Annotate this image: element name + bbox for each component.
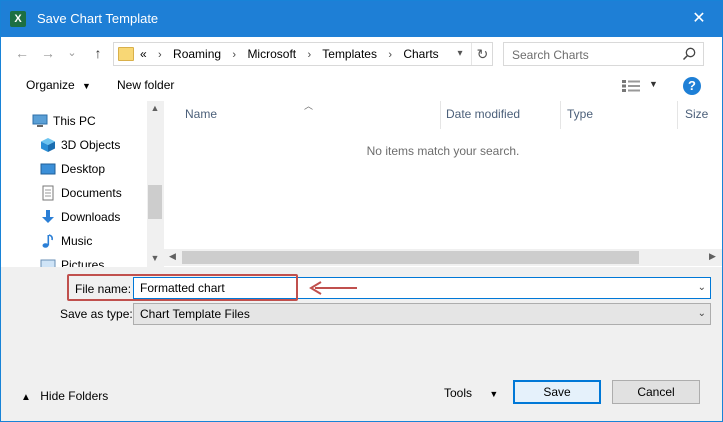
view-options-icon[interactable] (621, 79, 641, 93)
column-header-size[interactable]: Size (685, 107, 708, 121)
chevron-right-icon: › (307, 49, 312, 61)
sidebar-item-documents[interactable]: Documents (1, 182, 147, 204)
sidebar-item-label: Desktop (61, 162, 106, 176)
organize-button[interactable]: Organize ▼ (26, 78, 91, 92)
chevron-down-icon: ▼ (489, 389, 499, 399)
sidebar-item-this-pc[interactable]: This PC (1, 110, 147, 132)
scrollbar-thumb[interactable] (148, 185, 162, 219)
column-header-name[interactable]: Name (185, 107, 217, 121)
sidebar-item-desktop[interactable]: Desktop (1, 158, 147, 180)
view-dropdown-icon[interactable]: ▼ (649, 79, 658, 89)
breadcrumb-overflow[interactable]: « (140, 47, 147, 61)
column-header-type[interactable]: Type (567, 107, 593, 121)
refresh-button[interactable]: ↻ (471, 43, 493, 65)
sidebar-item-label: This PC (53, 114, 96, 128)
address-bar[interactable]: « › Roaming › Microsoft › Templates › Ch… (113, 42, 493, 66)
sidebar-item-label: 3D Objects (61, 138, 121, 152)
column-header-date-modified[interactable]: Date modified (446, 107, 520, 121)
address-row: ← → ⌄ ↑ « › Roaming › Microsoft › Templa… (1, 37, 722, 71)
recent-locations-button[interactable]: ⌄ (63, 44, 81, 62)
sort-ascending-icon: ︿ (304, 101, 314, 111)
search-icon[interactable] (681, 46, 697, 62)
column-divider[interactable] (677, 101, 678, 129)
file-list-pane: ︿ Name Date modified Type Size No items … (164, 101, 722, 267)
close-button[interactable]: ✕ (676, 1, 722, 37)
chevron-right-icon: › (158, 49, 162, 61)
command-bar: Organize ▼ New folder ▼ ? (1, 71, 722, 101)
chevron-down-icon[interactable]: ⌄ (698, 282, 706, 293)
save-dialog: X Save Chart Template ✕ ← → ⌄ ↑ « › Roam… (0, 0, 723, 422)
folder-icon (118, 47, 134, 61)
excel-icon: X (10, 11, 26, 27)
search-placeholder: Search Charts (512, 48, 589, 62)
save-as-type-label: Save as type: (60, 307, 133, 321)
navigation-scrollbar[interactable]: ▲ ▼ (147, 101, 163, 267)
breadcrumb-roaming[interactable]: Roaming (173, 47, 221, 61)
sidebar-item-3d-objects[interactable]: 3D Objects (1, 134, 147, 156)
save-button[interactable]: Save (513, 380, 601, 404)
chevron-right-icon: › (388, 49, 392, 61)
documents-icon (42, 185, 54, 201)
breadcrumb-charts[interactable]: Charts (403, 47, 438, 61)
save-as-type-select[interactable]: Chart Template Files ⌄ (133, 303, 711, 325)
breadcrumb-templates[interactable]: Templates (322, 47, 377, 61)
tools-label: Tools (444, 386, 473, 400)
chevron-right-icon: › (232, 49, 237, 61)
organize-label: Organize (26, 78, 75, 92)
sidebar-item-pictures[interactable]: Pictures (1, 254, 147, 267)
sidebar-item-music[interactable]: Music (1, 230, 147, 252)
scroll-left-icon[interactable]: ◀ (169, 251, 176, 262)
annotation-highlight-box (67, 274, 298, 301)
sidebar-item-label: Music (61, 234, 93, 248)
up-button[interactable]: ↑ (89, 44, 107, 62)
hide-folders-label: Hide Folders (40, 389, 109, 403)
column-divider[interactable] (440, 101, 441, 129)
scroll-right-icon[interactable]: ▶ (709, 251, 716, 262)
scroll-up-icon[interactable]: ▲ (147, 103, 163, 113)
dialog-title: Save Chart Template (37, 11, 159, 26)
chevron-up-icon: ▲ (21, 392, 31, 403)
computer-icon (32, 114, 48, 127)
title-bar: X Save Chart Template ✕ (1, 1, 722, 37)
download-icon (42, 210, 54, 223)
desktop-icon (40, 163, 56, 175)
annotation-arrow-icon (309, 281, 357, 295)
pictures-icon (40, 259, 56, 267)
search-input[interactable]: Search Charts (503, 42, 704, 66)
breadcrumb-microsoft[interactable]: Microsoft (247, 47, 296, 61)
scroll-down-icon[interactable]: ▼ (147, 253, 163, 263)
breadcrumb: « › Roaming › Microsoft › Templates › Ch… (140, 47, 439, 61)
chevron-down-icon: ▼ (82, 81, 91, 91)
navigation-pane: This PC 3D Objects Desktop Documents Dow… (1, 101, 163, 267)
chevron-down-icon[interactable]: ⌄ (698, 308, 706, 319)
back-button[interactable]: ← (13, 44, 31, 62)
music-icon (42, 234, 53, 248)
sidebar-item-label: Pictures (61, 258, 105, 267)
scrollbar-thumb[interactable] (182, 251, 639, 264)
horizontal-scrollbar[interactable]: ◀ ▶ (164, 249, 722, 266)
save-as-type-value: Chart Template Files (140, 307, 250, 321)
new-folder-button[interactable]: New folder (117, 78, 174, 92)
empty-folder-message: No items match your search. (366, 144, 520, 158)
sidebar-item-label: Downloads (61, 210, 121, 224)
forward-button[interactable]: → (39, 44, 57, 62)
hide-folders-button[interactable]: ▲ Hide Folders (21, 389, 108, 403)
sidebar-item-downloads[interactable]: Downloads (1, 206, 147, 228)
cancel-button[interactable]: Cancel (612, 380, 700, 404)
sidebar-item-label: Documents (61, 186, 122, 200)
cube-icon (41, 138, 55, 152)
address-dropdown-button[interactable]: ▾ (450, 43, 470, 65)
help-icon[interactable]: ? (683, 77, 701, 95)
tools-button[interactable]: Tools ▼ (444, 386, 498, 400)
column-divider[interactable] (560, 101, 561, 129)
